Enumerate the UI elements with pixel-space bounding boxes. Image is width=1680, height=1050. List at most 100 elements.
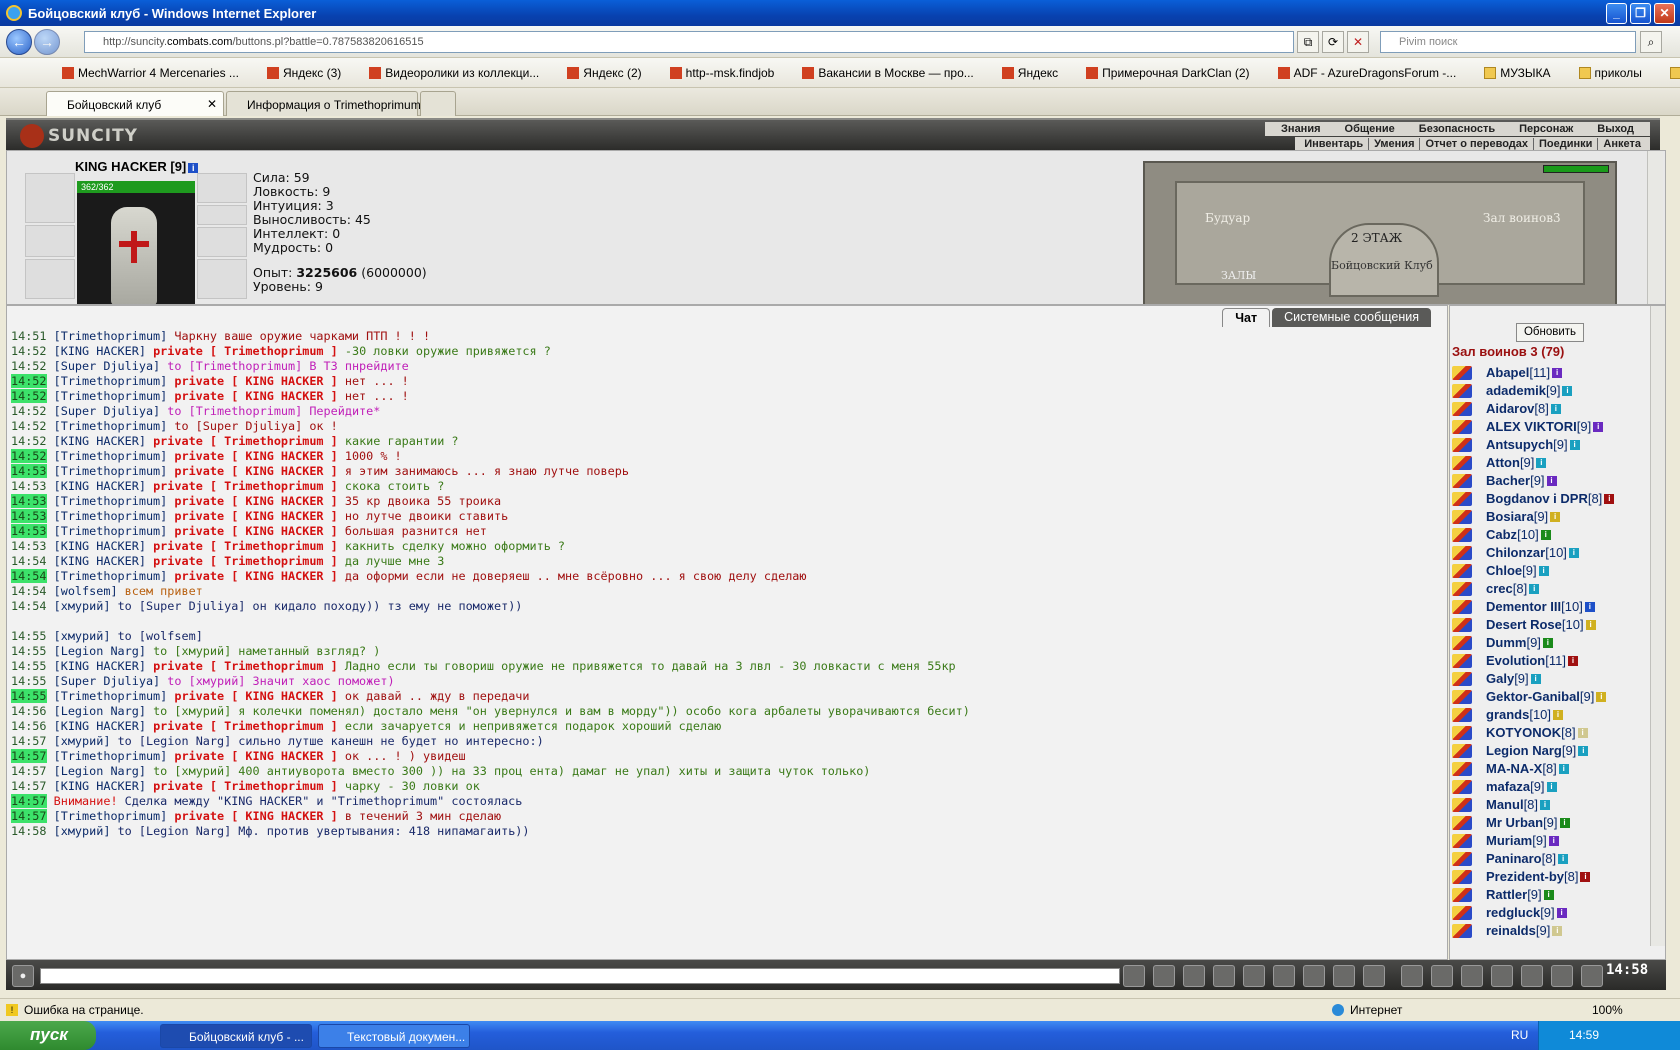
player-name[interactable]: Legion Narg xyxy=(1486,742,1562,760)
player-info-icon[interactable]: i xyxy=(1552,368,1563,378)
private-message-icon[interactable] xyxy=(1452,798,1472,812)
sub-menu-item[interactable]: Поединки xyxy=(1533,137,1597,150)
tab-chat[interactable]: Чат xyxy=(1222,308,1271,327)
player-name[interactable]: Gektor-Ganibal xyxy=(1486,688,1580,706)
filter-icon[interactable] xyxy=(1183,965,1205,987)
player-name[interactable]: MA-NA-X xyxy=(1486,760,1542,778)
char-panel-scrollbar[interactable] xyxy=(1647,151,1663,304)
player-name[interactable]: Galy xyxy=(1486,670,1514,688)
private-target[interactable]: private [ KING HACKER ] xyxy=(174,524,337,538)
private-target[interactable]: private [ KING HACKER ] xyxy=(174,809,337,823)
player-row[interactable]: ALEX VIKTORI [9] i xyxy=(1452,418,1614,436)
private-target[interactable]: private [ Trimethoprimum ] xyxy=(153,779,338,793)
private-message-icon[interactable] xyxy=(1452,744,1472,758)
private-target[interactable]: private [ KING HACKER ] xyxy=(174,569,337,583)
effects-icon[interactable] xyxy=(1431,965,1453,987)
bag-icon[interactable] xyxy=(1491,965,1513,987)
main-menu-item[interactable]: Выход xyxy=(1585,123,1646,135)
favorite-item[interactable]: MechWarrior 4 Mercenaries ... xyxy=(62,66,253,80)
player-name[interactable]: Abapel xyxy=(1486,364,1529,382)
player-name[interactable]: Aidarov xyxy=(1486,400,1534,418)
private-message-icon[interactable] xyxy=(1452,762,1472,776)
exit-icon[interactable] xyxy=(1581,965,1603,987)
player-row[interactable]: Atton [9] i xyxy=(1452,454,1614,472)
player-row[interactable]: Mr Urban [9] i xyxy=(1452,814,1614,832)
favorite-item[interactable]: http--msk.findjob xyxy=(669,66,789,80)
message-nick[interactable]: [Trimethoprimum] xyxy=(54,464,168,478)
player-name[interactable]: Antsupych xyxy=(1486,436,1553,454)
player-info-icon[interactable]: i xyxy=(1568,548,1579,558)
player-info-icon[interactable]: i xyxy=(1596,692,1607,702)
player-row[interactable]: Galy [9] i xyxy=(1452,670,1614,688)
smile-icon[interactable] xyxy=(1243,965,1265,987)
message-nick[interactable]: [KING HACKER] xyxy=(54,344,146,358)
private-message-icon[interactable] xyxy=(1452,510,1472,524)
player-row[interactable]: adademik [9] i xyxy=(1452,382,1614,400)
translit-icon[interactable] xyxy=(1273,965,1295,987)
private-target[interactable]: private [ Trimethoprimum ] xyxy=(153,344,338,358)
private-message-icon[interactable] xyxy=(1452,546,1472,560)
back-button[interactable]: ← xyxy=(6,29,32,55)
task-browser[interactable]: Бойцовский клуб - ... xyxy=(160,1024,312,1048)
player-info-icon[interactable]: i xyxy=(1536,458,1547,468)
private-target[interactable]: private [ Trimethoprimum ] xyxy=(153,659,338,673)
player-info-icon[interactable]: i xyxy=(1577,728,1588,738)
player-info-icon[interactable]: i xyxy=(1550,404,1561,414)
player-name[interactable]: mafaza xyxy=(1486,778,1530,796)
player-name[interactable]: grands xyxy=(1486,706,1529,724)
message-nick[interactable]: [KING HACKER] xyxy=(54,719,146,733)
favorite-item[interactable]: Видеоролики из коллекци... xyxy=(369,66,553,80)
bracer-slot[interactable] xyxy=(25,225,75,257)
player-name[interactable]: Evolution xyxy=(1486,652,1545,670)
map-label-boudoir[interactable]: Будуар xyxy=(1205,211,1250,225)
status-error[interactable]: Ошибка на странице. xyxy=(24,1003,144,1017)
player-name[interactable]: Bogdanov i DPR xyxy=(1486,490,1588,508)
player-info-icon[interactable]: i xyxy=(1550,512,1561,522)
player-row[interactable]: Dumm [9] i xyxy=(1452,634,1614,652)
favorite-item[interactable]: Примерочная DarkClan (2) xyxy=(1086,66,1263,80)
player-row[interactable]: mafaza [9] i xyxy=(1452,778,1614,796)
message-nick[interactable]: [Trimethoprimum] xyxy=(54,749,168,763)
main-menu-item[interactable]: Безопасность xyxy=(1407,123,1507,135)
private-target[interactable]: private [ Trimethoprimum ] xyxy=(153,479,338,493)
emoji-icon[interactable] xyxy=(1333,965,1355,987)
refresh-button[interactable]: Обновить xyxy=(1516,323,1584,342)
private-message-icon[interactable] xyxy=(1452,654,1472,668)
player-name[interactable]: Atton xyxy=(1486,454,1520,472)
new-tab-button[interactable] xyxy=(420,91,456,116)
save-icon[interactable] xyxy=(1213,965,1235,987)
player-info-icon[interactable]: i xyxy=(1558,854,1569,864)
player-name[interactable]: Dementor III xyxy=(1486,598,1561,616)
address-bar[interactable]: http://suncity.combats.com/buttons.pl?ba… xyxy=(84,31,1294,53)
player-row[interactable]: Abapel [11] i xyxy=(1452,364,1614,382)
player-info-icon[interactable]: i xyxy=(1540,800,1551,810)
private-message-icon[interactable] xyxy=(1452,618,1472,632)
player-name[interactable]: redgluck xyxy=(1486,904,1540,922)
player-info-icon[interactable]: i xyxy=(1578,746,1589,756)
tab-combats[interactable]: Бойцовский клуб ✕ xyxy=(46,91,224,116)
player-info-icon[interactable]: i xyxy=(1538,566,1549,576)
player-row[interactable]: Cabz [10] i xyxy=(1452,526,1614,544)
player-row[interactable]: Antsupych [9] i xyxy=(1452,436,1614,454)
message-nick[interactable]: [KING HACKER] xyxy=(54,779,146,793)
player-row[interactable]: redgluck [9] i xyxy=(1452,904,1614,922)
search-input[interactable]: Pivim поиск xyxy=(1380,31,1636,53)
private-message-icon[interactable] xyxy=(1452,870,1472,884)
helmet-slot[interactable] xyxy=(25,173,75,223)
player-row[interactable]: Chloe [9] i xyxy=(1452,562,1614,580)
message-nick[interactable]: [KING HACKER] xyxy=(54,479,146,493)
clear-icon[interactable] xyxy=(1153,965,1175,987)
task-notepad[interactable]: Текстовый докумен... xyxy=(318,1024,470,1048)
zoom-level[interactable]: 100% xyxy=(1592,1003,1623,1017)
main-menu-item[interactable]: Знания xyxy=(1269,123,1332,135)
player-info-icon[interactable]: i xyxy=(1548,836,1559,846)
message-nick[interactable]: [Trimethoprimum] xyxy=(54,524,168,538)
player-name[interactable]: Paninaro xyxy=(1486,850,1542,868)
private-target[interactable]: private [ KING HACKER ] xyxy=(174,689,337,703)
favorite-item[interactable]: Яндекс xyxy=(1001,66,1072,80)
gear-icon[interactable] xyxy=(1521,965,1543,987)
online-scrollbar[interactable] xyxy=(1650,306,1665,946)
refresh-icon[interactable]: ⟳ xyxy=(1322,31,1344,53)
private-message-icon[interactable] xyxy=(1452,420,1472,434)
message-nick[interactable]: [Trimethoprimum] xyxy=(54,389,168,403)
